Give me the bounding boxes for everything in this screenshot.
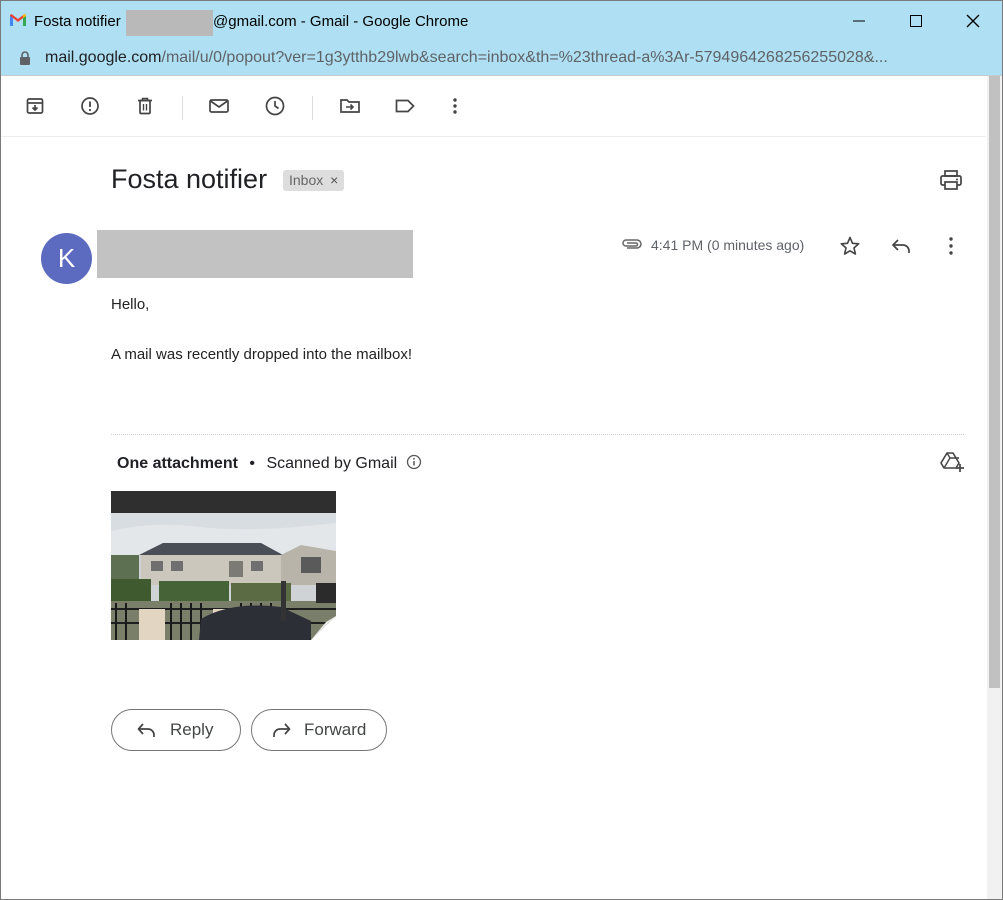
- snooze-icon: [265, 96, 285, 116]
- url-host: mail.google.com: [45, 49, 162, 66]
- star-icon: [840, 236, 860, 255]
- redacted-sender-block: [97, 230, 413, 278]
- vertical-scrollbar[interactable]: [987, 76, 1002, 899]
- toolbar-divider: [312, 96, 313, 120]
- minimize-button[interactable]: [836, 1, 882, 41]
- attachment-header: One attachment • Scanned by Gmail: [117, 454, 422, 473]
- close-icon: [966, 14, 980, 28]
- forward-label: Forward: [304, 720, 367, 739]
- label-icon: [395, 99, 415, 113]
- more-vert-icon: [453, 98, 457, 114]
- attachment-divider: [111, 434, 964, 435]
- reply-label: Reply: [170, 720, 214, 739]
- email-subject: Fosta notifier: [111, 164, 268, 194]
- redacted-email-block: [126, 10, 213, 36]
- mark-unread-button[interactable]: [207, 94, 231, 118]
- inbox-label-chip: Inbox ×: [283, 170, 345, 191]
- info-icon[interactable]: [406, 454, 422, 470]
- gmail-logo-icon: [10, 14, 26, 26]
- attachment-indicator: [620, 236, 642, 257]
- report-spam-icon: [81, 97, 99, 115]
- minimize-icon: [853, 20, 865, 22]
- attachment-photo: [111, 491, 336, 640]
- mark-unread-icon: [209, 99, 229, 113]
- address-bar[interactable]: mail.google.com/mail/u/0/popout?ver=1g3y…: [1, 41, 1002, 76]
- maximize-button[interactable]: [893, 1, 939, 41]
- add-to-drive-icon: [940, 452, 964, 472]
- sender-avatar[interactable]: K: [41, 233, 92, 284]
- lock-icon: [20, 51, 30, 65]
- title-bar: Fosta notifier @gmail.com - Gmail - Goog…: [1, 1, 1002, 41]
- reply-pill-button[interactable]: Reply: [111, 709, 241, 751]
- scan-status: Scanned by Gmail: [266, 455, 398, 472]
- url-text[interactable]: mail.google.com/mail/u/0/popout?ver=1g3y…: [45, 49, 985, 67]
- reply-icon: [892, 239, 910, 253]
- archive-button[interactable]: [23, 94, 47, 118]
- move-to-icon: [340, 99, 360, 113]
- forward-pill-button[interactable]: Forward: [251, 709, 387, 751]
- chrome-popup-window: Fosta notifier @gmail.com - Gmail - Goog…: [0, 0, 1003, 900]
- window-title-suffix: @gmail.com - Gmail - Google Chrome: [213, 13, 469, 30]
- delete-button[interactable]: [133, 94, 157, 118]
- message-timestamp: 4:41 PM (0 minutes ago): [651, 237, 805, 253]
- email-body-text: A mail was recently dropped into the mai…: [111, 346, 412, 363]
- report-spam-button[interactable]: [78, 94, 102, 118]
- add-to-drive-button[interactable]: [939, 451, 965, 478]
- paperclip-icon: [622, 239, 642, 249]
- print-icon: [940, 170, 962, 190]
- delete-icon: [138, 97, 152, 115]
- star-button[interactable]: [839, 235, 861, 262]
- move-to-button[interactable]: [338, 94, 362, 118]
- more-options-button[interactable]: [443, 94, 467, 118]
- print-button[interactable]: [939, 169, 963, 196]
- message-toolbar: [1, 76, 986, 137]
- email-greeting: Hello,: [111, 296, 150, 313]
- message-more-button[interactable]: [941, 235, 961, 262]
- attachment-thumbnail[interactable]: [111, 491, 336, 640]
- more-vert-icon: [949, 237, 953, 255]
- reply-button[interactable]: [890, 235, 912, 262]
- url-path: /mail/u/0/popout?ver=1g3ytthb29lwb&searc…: [161, 49, 888, 66]
- label-button[interactable]: [393, 94, 417, 118]
- window-title-prefix: Fosta notifier: [34, 13, 121, 30]
- close-window-button[interactable]: [950, 1, 996, 41]
- remove-label-button[interactable]: ×: [330, 172, 338, 188]
- forward-icon: [273, 723, 291, 737]
- scrollbar-thumb[interactable]: [989, 76, 1000, 688]
- maximize-icon: [910, 15, 922, 27]
- attachment-bullet: •: [249, 455, 255, 472]
- toolbar-divider: [182, 96, 183, 120]
- snooze-button[interactable]: [263, 94, 287, 118]
- reply-icon: [137, 723, 155, 737]
- inbox-label-text: Inbox: [289, 172, 324, 188]
- archive-icon: [26, 98, 44, 114]
- attachment-count: One attachment: [117, 455, 238, 472]
